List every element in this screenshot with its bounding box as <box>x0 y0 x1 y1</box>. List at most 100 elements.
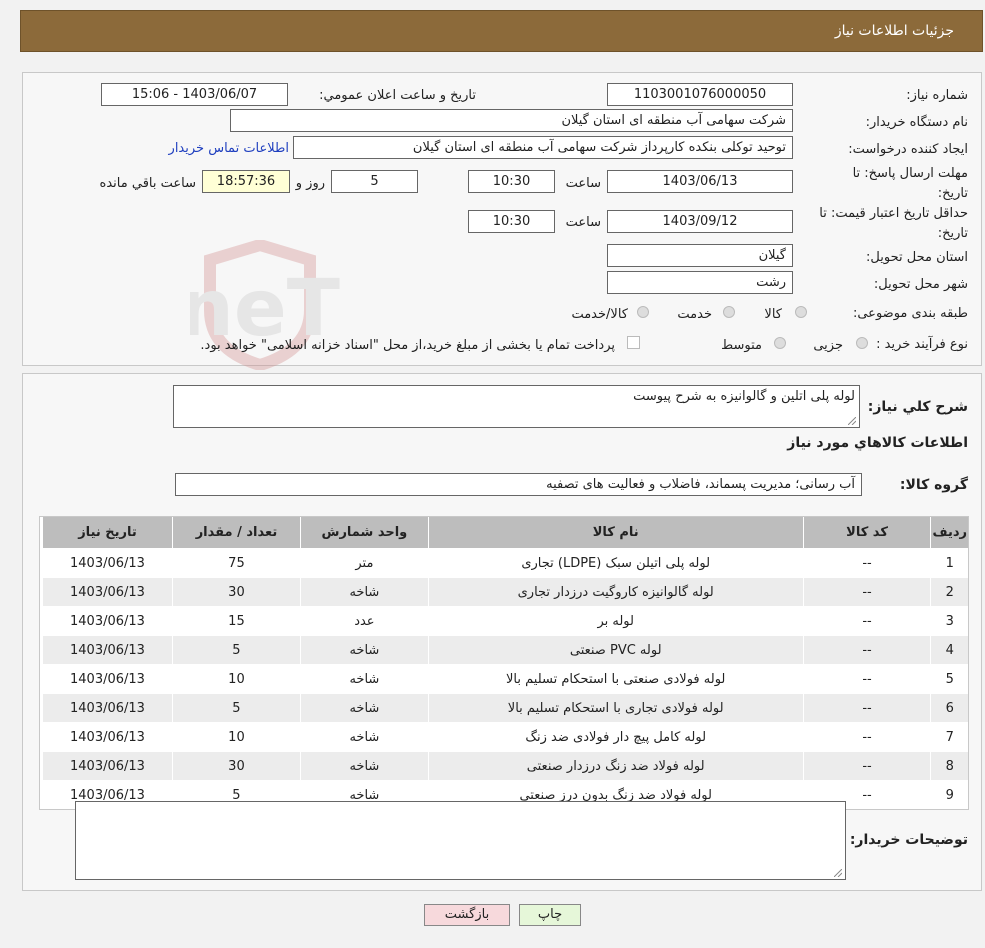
table-cell: -- <box>802 664 931 693</box>
table-cell: شاخه <box>299 577 428 606</box>
table-cell: شاخه <box>299 635 428 664</box>
table-cell: 5 <box>930 664 968 693</box>
days-field[interactable]: 5 <box>331 170 418 193</box>
province-field[interactable]: گیلان <box>607 244 793 267</box>
category-goods-service-radio[interactable] <box>637 306 649 318</box>
table-cell: لوله PVC صنعتی <box>427 635 803 664</box>
table-row[interactable]: 5 -- لوله فولادی صنعتی با استحکام تسلیم با… <box>42 664 968 693</box>
table-cell: شاخه <box>299 751 428 780</box>
need-number-label: شماره نیاز: <box>906 88 968 103</box>
buyer-contact-link[interactable]: اطلاعات تماس خریدار <box>169 141 289 156</box>
table-cell: 1403/06/13 <box>42 664 172 693</box>
goods-group-field[interactable]: آب رسانی؛ مدیریت پسماند، فاضلاب و فعالیت… <box>175 473 862 496</box>
table-cell: 15 <box>171 606 300 635</box>
table-cell: -- <box>802 577 931 606</box>
table-cell: -- <box>802 606 931 635</box>
summary-text: لوله پلی اتلین و گالوانیزه به شرح پیوست <box>633 389 855 404</box>
city-field[interactable]: رشت <box>607 271 793 294</box>
back-button[interactable]: بازگشت <box>424 904 510 926</box>
resize-handle-icon[interactable] <box>834 869 842 877</box>
table-cell: -- <box>802 635 931 664</box>
table-cell: -- <box>802 722 931 751</box>
remaining-time-label: ساعت باقي مانده <box>99 176 196 191</box>
process-minor-label: جزیی <box>813 338 843 353</box>
table-cell: 10 <box>171 722 300 751</box>
city-label: شهر محل تحویل: <box>873 277 968 292</box>
summary-label: شرح كلي نياز: <box>867 399 968 415</box>
goods-group-label: گروه کالا: <box>899 477 968 493</box>
goods-info-title: اطلاعات كالاهاي مورد نياز <box>787 435 968 451</box>
buyer-notes-label: توضیحات خریدار: <box>849 832 968 848</box>
buyer-org-field[interactable]: شرکت سهامی آب منطقه ای استان گیلان <box>230 109 793 132</box>
province-label: استان محل تحویل: <box>866 250 968 265</box>
table-header-cell: نام کالا <box>427 517 803 548</box>
deadline-label: مهلت ارسال پاسخ: تا تاریخ: <box>852 166 968 201</box>
table-cell: 1403/06/13 <box>42 577 172 606</box>
table-row[interactable]: 3 -- لوله بر عدد 15 1403/06/13 <box>42 606 968 635</box>
table-cell: متر <box>299 548 428 577</box>
category-service-radio[interactable] <box>723 306 735 318</box>
treasury-checkbox[interactable] <box>627 336 640 349</box>
table-cell: 3 <box>930 606 968 635</box>
table-cell: -- <box>802 693 931 722</box>
table-cell: 2 <box>930 577 968 606</box>
deadline-time-label: ساعت <box>565 176 601 191</box>
buyer-org-label: نام دستگاه خريدار: <box>865 115 968 130</box>
table-cell: 1403/06/13 <box>42 693 172 722</box>
table-row[interactable]: 8 -- لوله فولاد ضد زنگ درزدار صنعتی شاخه 30 1… <box>42 751 968 780</box>
validity-time-field[interactable]: 10:30 <box>468 210 555 233</box>
table-header-row: رديف کد کالا نام کالا واحد شمارش تعداد / مقد… <box>42 517 968 548</box>
process-note: پرداخت تمام یا بخشی از مبلغ خرید،از محل … <box>200 338 615 353</box>
table-cell: 4 <box>930 635 968 664</box>
table-cell: 1403/06/13 <box>42 606 172 635</box>
table-cell: -- <box>802 548 931 577</box>
announce-datetime-field[interactable]: 1403/06/07 - 15:06 <box>101 83 288 106</box>
category-service-label: خدمت <box>677 307 712 322</box>
category-goods-radio[interactable] <box>795 306 807 318</box>
deadline-date-field[interactable]: 1403/06/13 <box>607 170 793 193</box>
print-button[interactable]: چاپ <box>519 904 581 926</box>
table-cell: لوله بر <box>427 606 803 635</box>
table-cell: 8 <box>930 751 968 780</box>
table-row[interactable]: 2 -- لوله گالوانیزه کاروگیت درزدار تجاری شا… <box>42 577 968 606</box>
table-cell: لوله پلی اتیلن سبک (LDPE) تجاری <box>427 548 803 577</box>
requester-field[interactable]: توحید توکلی بنکده کارپرداز شرکت سهامی آب… <box>293 136 793 159</box>
table-header-cell: تعداد / مقدار <box>171 517 300 548</box>
need-number-field[interactable]: 1103001076000050 <box>607 83 793 106</box>
process-medium-label: متوسط <box>721 338 762 353</box>
category-goods-label: کالا <box>764 307 782 322</box>
category-goods-service-label: کالا/خدمت <box>571 307 628 322</box>
table-row[interactable]: 4 -- لوله PVC صنعتی شاخه 5 1403/06/13 <box>42 635 968 664</box>
table-header-cell: کد کالا <box>802 517 931 548</box>
process-minor-radio[interactable] <box>856 337 868 349</box>
table-row[interactable]: 1 -- لوله پلی اتیلن سبک (LDPE) تجاری متر 75 1… <box>42 548 968 577</box>
table-header-cell: واحد شمارش <box>299 517 428 548</box>
resize-handle-icon[interactable] <box>848 417 856 425</box>
requester-label: ايجاد کننده درخواست: <box>848 142 968 157</box>
summary-textarea[interactable]: لوله پلی اتلین و گالوانیزه به شرح پیوست <box>173 385 860 428</box>
table-cell: لوله فولادی صنعتی با استحکام تسلیم بالا <box>427 664 803 693</box>
table-cell: 9 <box>930 780 968 809</box>
table-cell: 30 <box>171 751 300 780</box>
category-label: طبقه بندی موضوعی: <box>852 306 968 321</box>
table-cell: لوله کامل پیچ دار فولادی ضد زنگ <box>427 722 803 751</box>
table-header-cell: رديف <box>930 517 968 548</box>
items-table-wrapper: رديف کد کالا نام کالا واحد شمارش تعداد / مقد… <box>39 516 969 810</box>
table-row[interactable]: 7 -- لوله کامل پیچ دار فولادی ضد زنگ شاخه 10… <box>42 722 968 751</box>
announce-datetime-label: تاریخ و ساعت اعلان عمومي: <box>319 88 476 103</box>
table-cell: 1403/06/13 <box>42 635 172 664</box>
table-cell: 10 <box>171 664 300 693</box>
items-table: رديف کد کالا نام کالا واحد شمارش تعداد / مقد… <box>42 517 968 809</box>
table-cell: شاخه <box>299 693 428 722</box>
buyer-notes-textarea[interactable] <box>75 801 846 880</box>
validity-label: حداقل تاریخ اعتبار قیمت: تا تاریخ: <box>819 206 968 241</box>
table-row[interactable]: 6 -- لوله فولادی تجاری با استحکام تسلیم با… <box>42 693 968 722</box>
table-cell: عدد <box>299 606 428 635</box>
remaining-time-field[interactable]: 18:57:36 <box>202 170 290 193</box>
table-cell: 7 <box>930 722 968 751</box>
process-medium-radio[interactable] <box>774 337 786 349</box>
table-cell: 1 <box>930 548 968 577</box>
deadline-time-field[interactable]: 10:30 <box>468 170 555 193</box>
page-header: جزئیات اطلاعات نیاز <box>20 10 983 52</box>
validity-date-field[interactable]: 1403/09/12 <box>607 210 793 233</box>
